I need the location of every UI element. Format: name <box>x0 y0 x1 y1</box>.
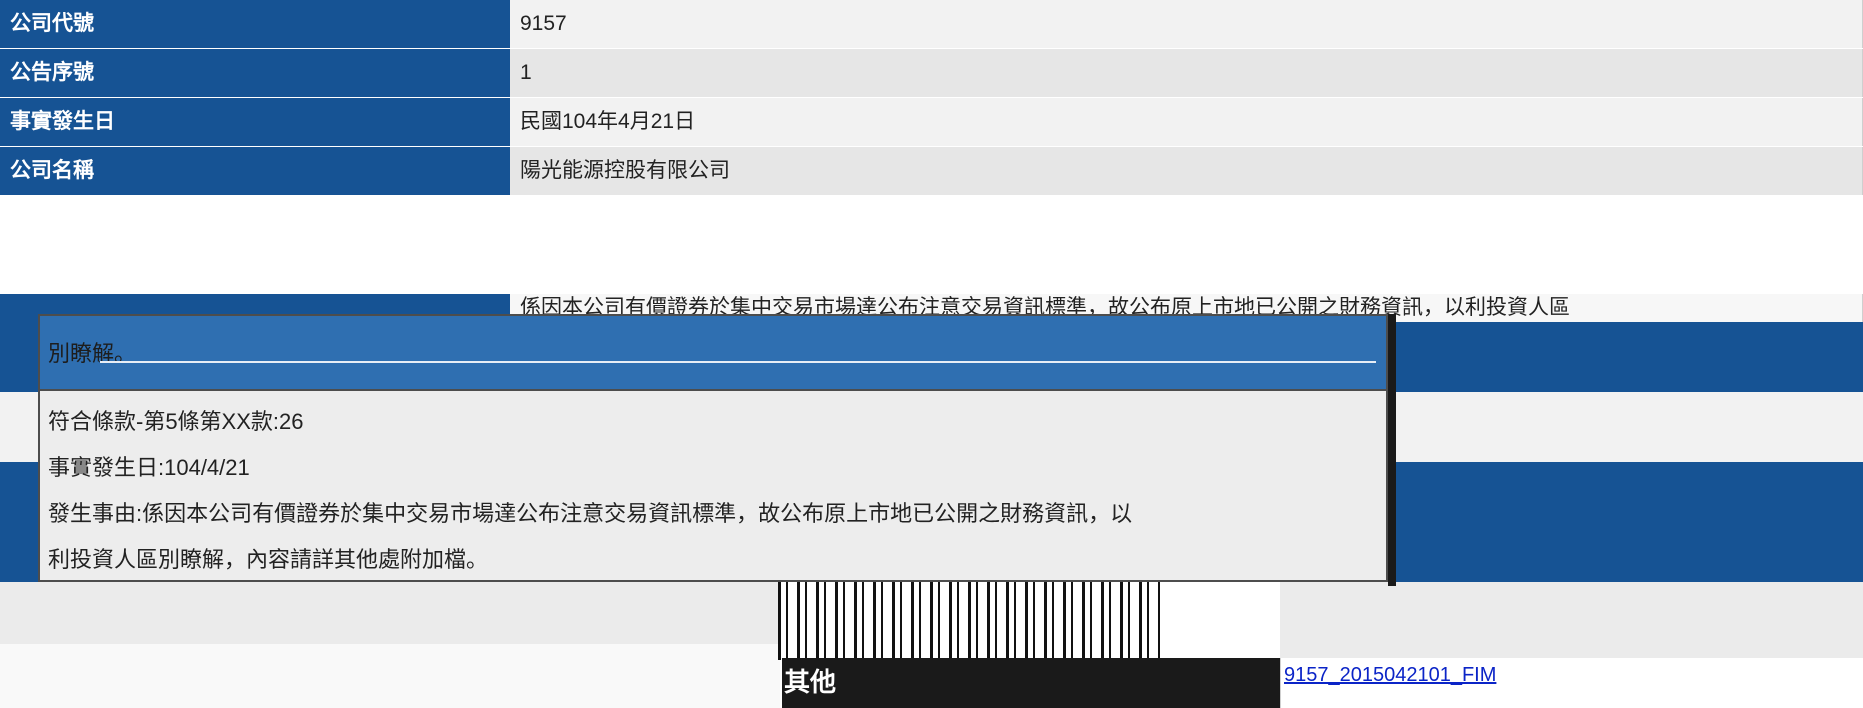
popup-line: 符合條款-第5條第XX款:26 <box>48 409 304 434</box>
announcement-table: 公司代號 9157 公告序號 1 事實發生日 民國104年4月21日 公司名稱 … <box>0 0 1863 196</box>
row-label: 事實發生日 <box>0 98 510 146</box>
popup-shadow <box>1388 314 1396 586</box>
row-value: 1 <box>510 49 1863 97</box>
background-header-fragment <box>1396 462 1863 582</box>
background-cell-fragment <box>0 392 40 462</box>
background-header-fragment <box>1396 322 1863 392</box>
background-row <box>0 582 780 644</box>
background-cell-fragment <box>1396 392 1863 462</box>
row-value: 陽光能源控股有限公司 <box>510 147 1863 195</box>
background-row <box>1280 582 1863 658</box>
row-value: 民國104年4月21日 <box>510 98 1863 146</box>
tooltip-popup: 別瞭解。 符合條款-第5條第XX款:26 事實發生日:104/4/21 發生事由… <box>38 314 1388 582</box>
row-label: 公司名稱 <box>0 147 510 195</box>
background-header-fragment <box>0 462 40 582</box>
table-row: 事實發生日 民國104年4月21日 <box>0 98 1863 147</box>
background-header-fragment <box>0 322 40 392</box>
table-row: 公告序號 1 <box>0 49 1863 98</box>
attachment-file-link[interactable]: 9157_2015042101_FIM <box>1284 664 1496 687</box>
row-label: 公告序號 <box>0 49 510 97</box>
other-attachment-label: 其他 <box>782 658 1282 708</box>
row-label: 公司代號 <box>0 0 510 48</box>
row-value: 9157 <box>510 0 1863 48</box>
table-row: 公司代號 9157 <box>0 0 1863 49</box>
background-row <box>0 644 780 708</box>
popup-header: 別瞭解。 <box>40 316 1386 391</box>
table-row: 公司名稱 陽光能源控股有限公司 <box>0 147 1863 196</box>
popup-header-rule <box>100 361 1376 363</box>
popup-line: 發生事由:係因本公司有價證券於集中交易市場達公布注意交易資訊標準，故公布原上市地… <box>48 501 1133 526</box>
popup-line: 事實發生日:104/4/21 <box>48 455 250 480</box>
render-artifact-stripes <box>778 580 1160 660</box>
popup-line: 利投資人區別瞭解，內容請詳其他處附加檔。 <box>48 547 489 572</box>
popup-body: 符合條款-第5條第XX款:26 事實發生日:104/4/21 發生事由:係因本公… <box>40 391 1386 583</box>
